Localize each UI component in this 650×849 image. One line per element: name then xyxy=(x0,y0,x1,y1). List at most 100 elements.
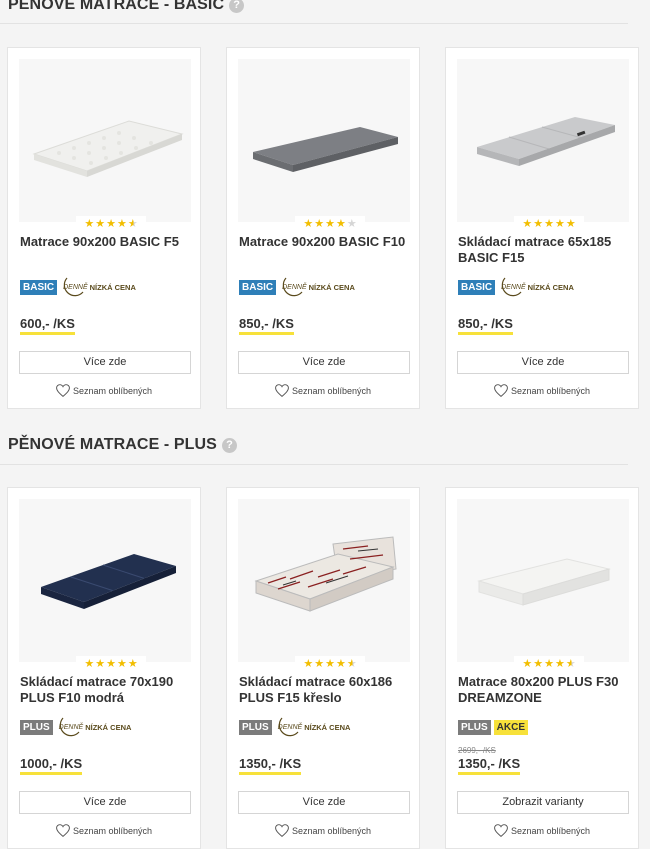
badges: PLUS AKCE xyxy=(458,717,529,737)
product-image[interactable]: ★ ★ ★ ★ ★ xyxy=(19,59,191,233)
product-image[interactable]: ★ ★ ★ ★ ★ xyxy=(457,499,629,673)
rating-stars: ★ ★ ★ ★ ★ xyxy=(295,656,365,673)
product-card[interactable]: ★ ★ ★ ★ ★ Skládací matrace 60x186 PLUS F15 k… xyxy=(226,487,420,849)
old-price: 2699,- /KS xyxy=(458,746,496,755)
heart-icon xyxy=(494,824,508,837)
heart-icon xyxy=(56,824,70,837)
half-star-icon: ★ xyxy=(565,658,576,670)
star-icon: ★ xyxy=(565,218,576,230)
plus-badge: PLUS xyxy=(239,719,272,735)
add-to-favorites-link[interactable]: Seznam oblíbených xyxy=(446,824,638,837)
daily-low-price-badge: DENNĚ NÍZKÁ CENA xyxy=(61,277,136,297)
add-to-favorites-link[interactable]: Seznam oblíbených xyxy=(227,384,419,397)
price: 850,- /KS xyxy=(458,316,513,335)
star-icon: ★ xyxy=(303,658,314,670)
daily-low-price-badge: DENNĚ NÍZKÁ CENA xyxy=(57,717,131,737)
product-name[interactable]: Skládací matrace 65x185 BASIC F15 xyxy=(458,234,634,266)
heart-icon xyxy=(275,384,289,397)
empty-star-icon: ★ xyxy=(346,218,357,230)
rating-stars: ★ ★ ★ ★ ★ xyxy=(514,656,584,673)
divider xyxy=(0,23,628,24)
plus-badge: PLUS xyxy=(458,719,491,735)
product-image[interactable]: ★ ★ ★ ★ ★ xyxy=(19,499,191,673)
divider xyxy=(0,464,628,465)
product-name[interactable]: Matrace 80x200 PLUS F30 DREAMZONE xyxy=(458,674,634,706)
half-star-icon: ★ xyxy=(346,658,357,670)
favorites-label: Seznam oblíbených xyxy=(510,825,591,836)
badges: PLUS DENNĚ NÍZKÁ CENA xyxy=(239,717,350,737)
star-icon: ★ xyxy=(127,658,138,670)
heart-icon xyxy=(56,384,70,397)
product-name[interactable]: Matrace 90x200 BASIC F5 xyxy=(20,234,196,250)
more-info-button[interactable]: Více zde xyxy=(238,351,410,374)
badges: BASIC DENNĚ NÍZKÁ CENA xyxy=(458,277,574,297)
section-header-plus: PĚNOVÉ MATRACE - PLUS ? xyxy=(8,436,237,454)
product-image[interactable]: ★ ★ ★ ★ ★ xyxy=(457,59,629,233)
daily-low-price-badge: DENNĚ NÍZKÁ CENA xyxy=(280,277,355,297)
basic-badge: BASIC xyxy=(20,279,58,295)
star-icon: ★ xyxy=(325,218,335,230)
section-title: PĚNOVÉ MATRACE - PLUS xyxy=(8,436,217,453)
product-image[interactable]: ★ ★ ★ ★ ★ xyxy=(238,499,410,673)
star-icon: ★ xyxy=(95,658,106,670)
basic-badge: BASIC xyxy=(458,279,496,295)
star-icon: ★ xyxy=(116,658,127,670)
rating-stars: ★ ★ ★ ★ ★ xyxy=(295,216,365,233)
star-icon: ★ xyxy=(554,218,565,230)
more-info-button[interactable]: Více zde xyxy=(19,791,191,814)
star-icon: ★ xyxy=(106,218,116,230)
price: 1000,- /KS xyxy=(20,756,83,775)
star-icon: ★ xyxy=(544,658,554,670)
star-icon: ★ xyxy=(325,658,335,670)
product-name[interactable]: Matrace 90x200 BASIC F10 xyxy=(239,234,415,250)
star-icon: ★ xyxy=(84,218,95,230)
rating-stars: ★ ★ ★ ★ ★ xyxy=(76,656,146,673)
star-icon: ★ xyxy=(303,218,314,230)
product-card[interactable]: ★ ★ ★ ★ ★ Matrace 90x200 BASIC F5 BASIC DENN… xyxy=(7,47,201,409)
star-icon: ★ xyxy=(335,218,346,230)
add-to-favorites-link[interactable]: Seznam oblíbených xyxy=(446,384,638,397)
price: 1350,- /KS xyxy=(239,756,302,775)
plus-badge: PLUS xyxy=(20,719,53,735)
badges: BASIC DENNĚ NÍZKÁ CENA xyxy=(20,277,136,297)
half-star-icon: ★ xyxy=(127,218,138,230)
heart-icon xyxy=(275,824,289,837)
star-icon: ★ xyxy=(533,658,544,670)
star-icon: ★ xyxy=(554,658,565,670)
help-icon[interactable]: ? xyxy=(229,0,245,13)
more-info-button[interactable]: Více zde xyxy=(19,351,191,374)
star-icon: ★ xyxy=(314,218,325,230)
add-to-favorites-link[interactable]: Seznam oblíbených xyxy=(8,384,200,397)
product-card[interactable]: ★ ★ ★ ★ ★ Skládací matrace 65x185 BASIC F15 … xyxy=(445,47,639,409)
help-icon[interactable]: ? xyxy=(221,437,237,453)
badges: PLUS DENNĚ NÍZKÁ CENA xyxy=(20,717,131,737)
product-image[interactable]: ★ ★ ★ ★ ★ xyxy=(238,59,410,233)
show-variants-button[interactable]: Zobrazit varianty xyxy=(457,791,629,814)
sale-badge: AKCE xyxy=(493,719,529,735)
rating-stars: ★ ★ ★ ★ ★ xyxy=(76,216,146,233)
basic-badge: BASIC xyxy=(239,279,277,295)
star-icon: ★ xyxy=(314,658,325,670)
more-info-button[interactable]: Více zde xyxy=(238,791,410,814)
more-info-button[interactable]: Více zde xyxy=(457,351,629,374)
daily-low-price-badge: DENNĚ NÍZKÁ CENA xyxy=(276,717,350,737)
product-name[interactable]: Skládací matrace 60x186 PLUS F15 křeslo xyxy=(239,674,415,706)
price: 1350,- /KS xyxy=(458,756,521,775)
add-to-favorites-link[interactable]: Seznam oblíbených xyxy=(8,824,200,837)
star-icon: ★ xyxy=(544,218,554,230)
product-name[interactable]: Skládací matrace 70x190 PLUS F10 modrá xyxy=(20,674,196,706)
price: 850,- /KS xyxy=(239,316,294,335)
favorites-label: Seznam oblíbených xyxy=(72,825,153,836)
product-card[interactable]: ★ ★ ★ ★ ★ Skládací matrace 70x190 PLUS F10 m… xyxy=(7,487,201,849)
star-icon: ★ xyxy=(533,218,544,230)
favorites-label: Seznam oblíbených xyxy=(72,385,153,396)
badges: BASIC DENNĚ NÍZKÁ CENA xyxy=(239,277,355,297)
daily-low-price-badge: DENNĚ NÍZKÁ CENA xyxy=(499,277,574,297)
favorites-label: Seznam oblíbených xyxy=(291,385,372,396)
star-icon: ★ xyxy=(95,218,106,230)
product-card[interactable]: ★ ★ ★ ★ ★ Matrace 80x200 PLUS F30 DREAMZONE … xyxy=(445,487,639,849)
add-to-favorites-link[interactable]: Seznam oblíbených xyxy=(227,824,419,837)
product-card[interactable]: ★ ★ ★ ★ ★ Matrace 90x200 BASIC F10 BASIC DEN… xyxy=(226,47,420,409)
heart-icon xyxy=(494,384,508,397)
rating-stars: ★ ★ ★ ★ ★ xyxy=(514,216,584,233)
